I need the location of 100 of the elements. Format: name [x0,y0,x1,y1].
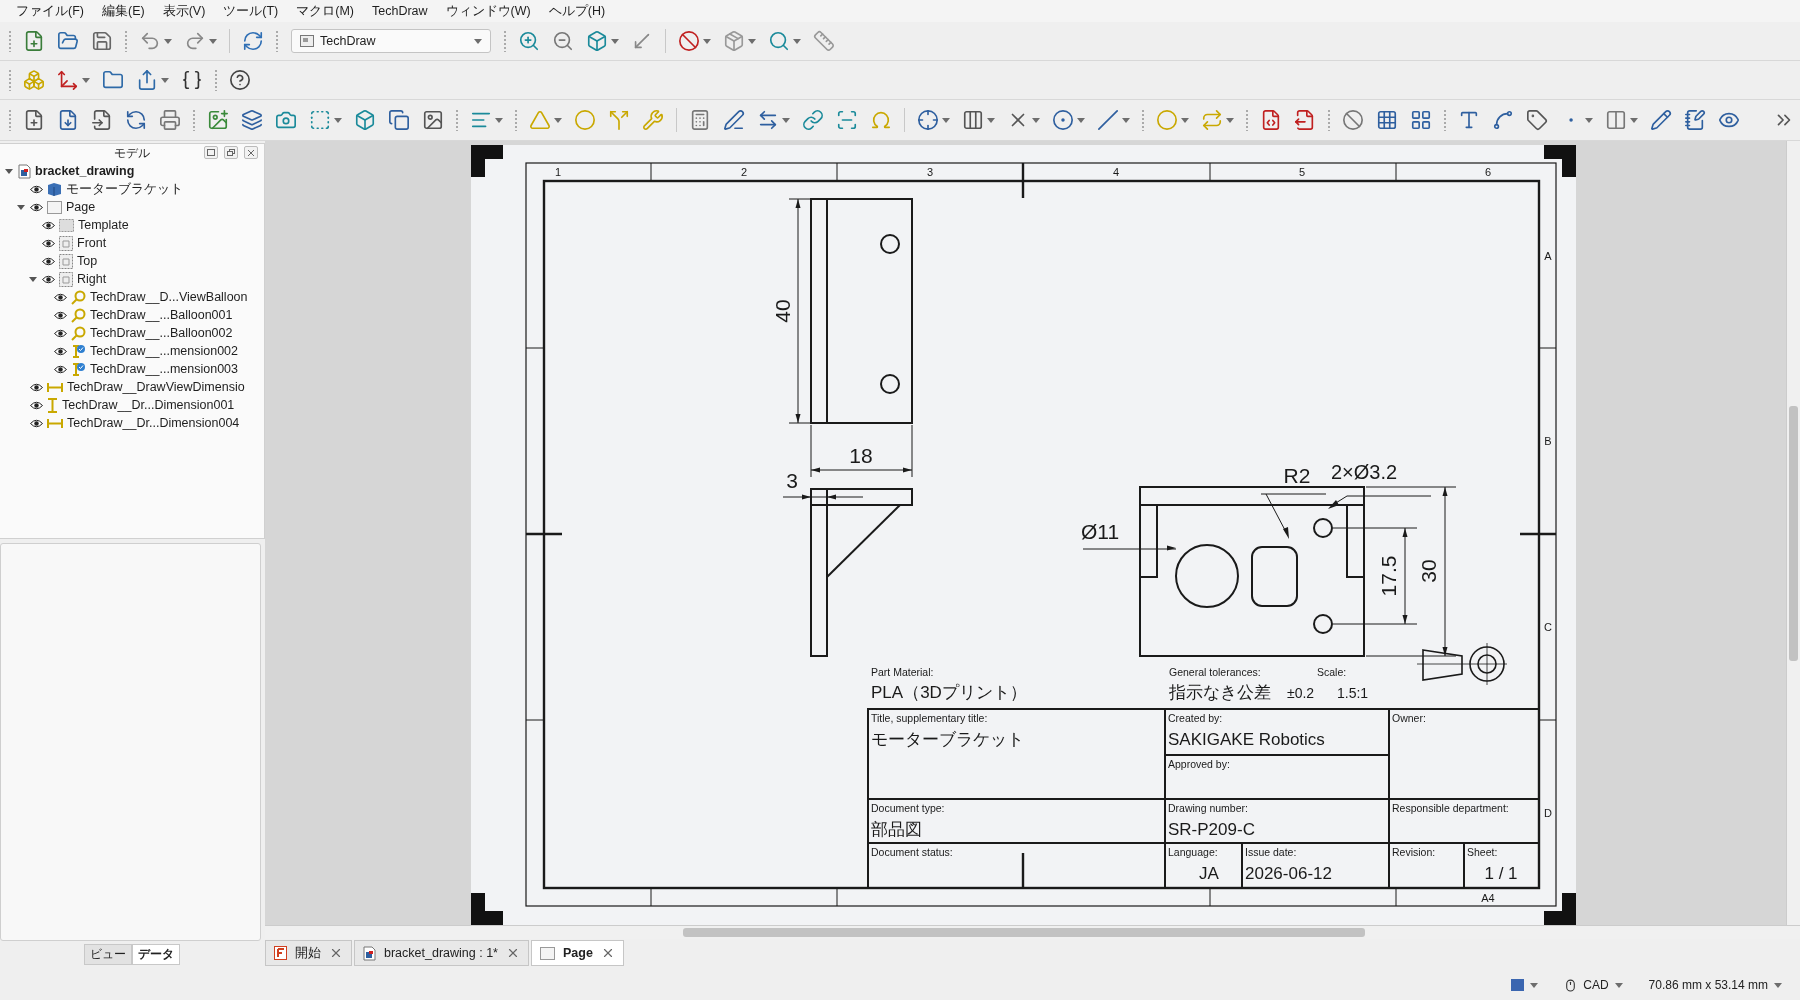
import-icon[interactable] [91,109,113,131]
tree-item[interactable]: Right [0,270,264,288]
caret-icon[interactable] [1774,982,1782,988]
eye-icon[interactable] [42,256,55,266]
tree-item[interactable]: TechDraw__Dr...Dimension001 [0,396,264,414]
tree-item[interactable]: bracket_drawing [0,162,264,180]
notebook-icon[interactable] [1684,109,1706,131]
eye-icon[interactable] [42,220,55,230]
close-button[interactable] [244,146,258,159]
caret-icon[interactable] [1530,982,1539,988]
menu-item[interactable]: 表示(V) [154,2,214,20]
tree-item[interactable]: TechDraw__...mension003 [0,360,264,378]
caret-icon[interactable] [161,77,169,83]
axes-icon[interactable] [57,69,79,91]
tree-item[interactable]: Template [0,216,264,234]
printer-icon[interactable] [159,109,181,131]
save-page-icon[interactable] [57,109,79,131]
eye-icon[interactable] [30,202,43,212]
vertical-scrollbar[interactable] [1786,141,1800,925]
undo-icon[interactable] [139,30,161,52]
svg-export-icon[interactable] [1260,109,1282,131]
cube-icon[interactable] [586,30,608,52]
pencil-icon[interactable] [1650,109,1672,131]
tree-item[interactable]: Page [0,198,264,216]
scrollbar-thumb[interactable] [1789,406,1798,661]
caret-icon[interactable] [748,38,756,44]
navigation-style-button[interactable]: CAD [1560,976,1627,994]
pen-icon[interactable] [723,109,745,131]
document-tab[interactable]: Page [530,940,624,966]
eye-icon[interactable] [30,184,43,194]
caret-icon[interactable] [782,117,790,123]
tree-item[interactable]: モーターブラケット [0,180,264,198]
menu-item[interactable]: TechDraw [364,4,436,18]
crosshair-icon[interactable] [917,109,939,131]
menu-item[interactable]: ツール(T) [215,2,287,20]
ruler-icon[interactable] [813,30,835,52]
tag-icon[interactable] [1526,109,1548,131]
panel-tab[interactable]: ビュー [84,944,132,965]
link-icon[interactable] [802,109,824,131]
copy-icon[interactable] [388,109,410,131]
arrows-icon[interactable] [757,109,779,131]
refresh-icon[interactable] [242,30,264,52]
braces-icon[interactable] [181,69,203,91]
save-icon[interactable] [91,30,113,52]
calculator-icon[interactable] [689,109,711,131]
eye-icon[interactable] [54,364,67,374]
document-tab[interactable]: bracket_drawing : 1* [354,940,529,966]
new-file-icon[interactable] [23,30,45,52]
caret-icon[interactable] [703,38,711,44]
eye-icon[interactable] [54,346,67,356]
units-button[interactable]: 70.86 mm x 53.14 mm [1644,976,1786,994]
folder-icon[interactable] [102,69,124,91]
menu-item[interactable]: 編集(E) [93,2,153,20]
horizontal-scrollbar[interactable] [265,925,1800,939]
caret-icon[interactable] [1077,117,1085,123]
caret-icon[interactable] [1614,982,1623,988]
menu-item[interactable]: ファイル(F) [8,2,92,20]
spline-icon[interactable] [1492,109,1514,131]
menu-item[interactable]: ウィンドウ(W) [437,2,539,20]
search-icon[interactable] [768,30,790,52]
expand-arrow-icon[interactable] [5,167,13,175]
eye-icon[interactable] [54,310,67,320]
text-icon[interactable] [1458,109,1480,131]
expand-arrow-icon[interactable] [29,275,37,283]
eye-icon[interactable] [30,400,43,410]
circle-dot-icon[interactable] [1052,109,1074,131]
caret-icon[interactable] [1032,117,1040,123]
no-entry-icon[interactable] [678,30,700,52]
tree-item[interactable]: TechDraw__...Balloon002 [0,324,264,342]
new-page-icon[interactable] [23,109,45,131]
layers-icon[interactable] [241,109,263,131]
caret-icon[interactable] [942,117,950,123]
insert-view-icon[interactable] [207,109,229,131]
caret-icon[interactable] [495,117,503,123]
caret-icon[interactable] [1630,117,1638,123]
eye-icon[interactable] [42,238,55,248]
eye-icon[interactable] [54,328,67,338]
scrollbar-thumb[interactable] [683,928,1365,937]
help-icon[interactable] [229,69,251,91]
caret-icon[interactable] [1122,117,1130,123]
caret-icon[interactable] [987,117,995,123]
caret-icon[interactable] [554,117,562,123]
caret-icon[interactable] [793,38,801,44]
hatch-icon[interactable] [1376,109,1398,131]
caret-icon[interactable] [164,38,172,44]
menu-item[interactable]: マクロ(M) [288,2,363,20]
folder-icon[interactable] [57,30,79,52]
eye-icon[interactable] [54,292,67,302]
tree-item[interactable]: TechDraw__...mension002 [0,342,264,360]
expand-arrow-icon[interactable] [17,203,25,211]
panel-tab[interactable]: データ [132,944,180,965]
scan-icon[interactable] [836,109,858,131]
ban-icon[interactable] [1342,109,1364,131]
caret-icon[interactable] [1181,117,1189,123]
tree-item[interactable]: Top [0,252,264,270]
close-icon[interactable] [329,946,343,960]
image-icon[interactable] [422,109,444,131]
pattern-icon[interactable] [1410,109,1432,131]
caret-icon[interactable] [611,38,619,44]
caret-icon[interactable] [474,38,482,44]
